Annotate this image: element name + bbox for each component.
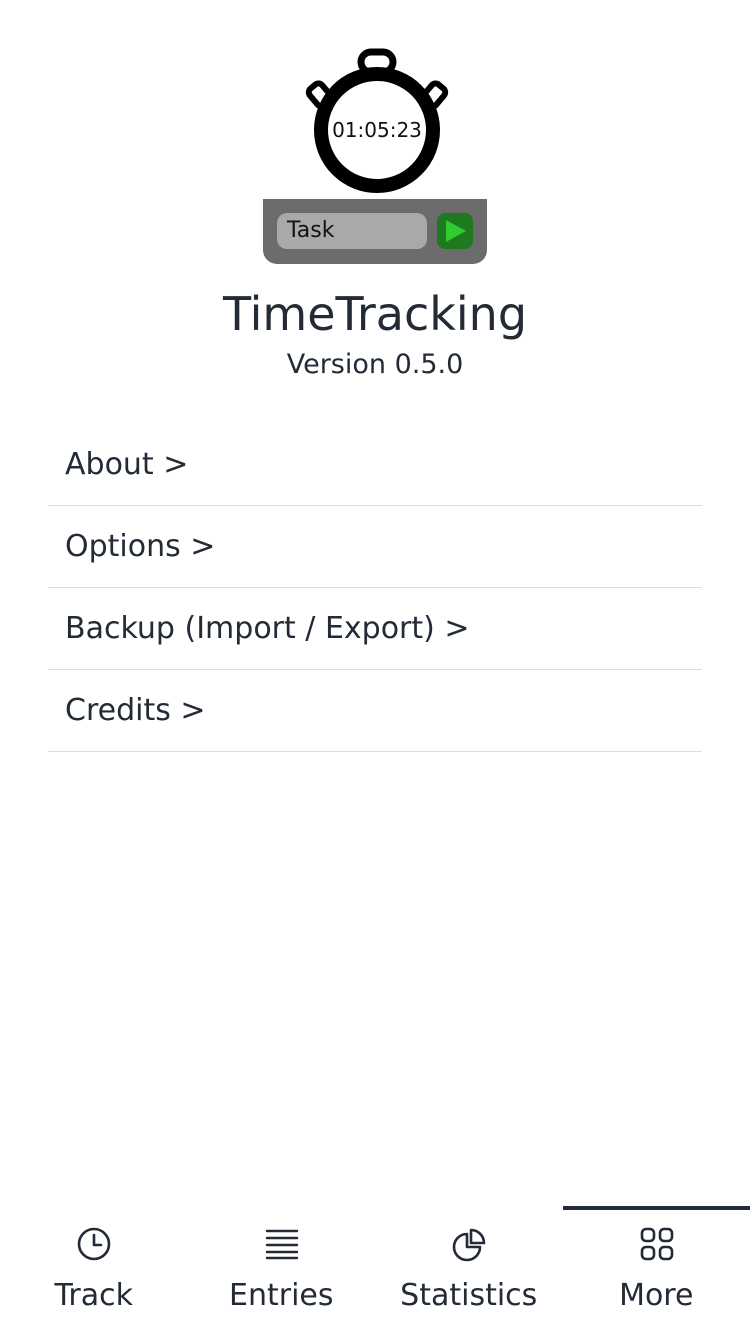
tab-more[interactable]: More — [562, 1206, 750, 1334]
menu-item-backup[interactable]: Backup (Import / Export) > — [48, 588, 702, 670]
grid-icon — [640, 1227, 673, 1261]
tab-label-track: Track — [54, 1278, 133, 1313]
menu-item-options[interactable]: Options > — [48, 506, 702, 588]
timer-readout: 01:05:23 — [332, 118, 422, 142]
tab-entries[interactable]: Entries — [188, 1206, 376, 1334]
menu-item-credits[interactable]: Credits > — [48, 670, 702, 752]
logo-task-field: Task — [277, 213, 427, 249]
pie-chart-icon — [452, 1228, 486, 1262]
app-logo: 01:05:23 Task — [262, 48, 488, 266]
more-menu: About > Options > Backup (Import / Expor… — [48, 424, 702, 752]
bottom-tab-bar: Track Entries Statistics More — [0, 1206, 750, 1334]
app-version: Version 0.5.0 — [286, 349, 464, 380]
tab-statistics[interactable]: Statistics — [375, 1206, 563, 1334]
tab-track[interactable]: Track — [0, 1206, 188, 1334]
play-icon — [437, 213, 473, 249]
list-icon — [265, 1229, 298, 1260]
app-title: TimeTracking — [222, 287, 528, 341]
clock-icon — [77, 1227, 111, 1261]
logo-task-bar: Task — [263, 199, 487, 264]
tab-label-more: More — [619, 1278, 694, 1313]
menu-item-about[interactable]: About > — [48, 424, 702, 506]
tab-label-entries: Entries — [229, 1278, 334, 1313]
tab-label-statistics: Statistics — [400, 1278, 538, 1313]
